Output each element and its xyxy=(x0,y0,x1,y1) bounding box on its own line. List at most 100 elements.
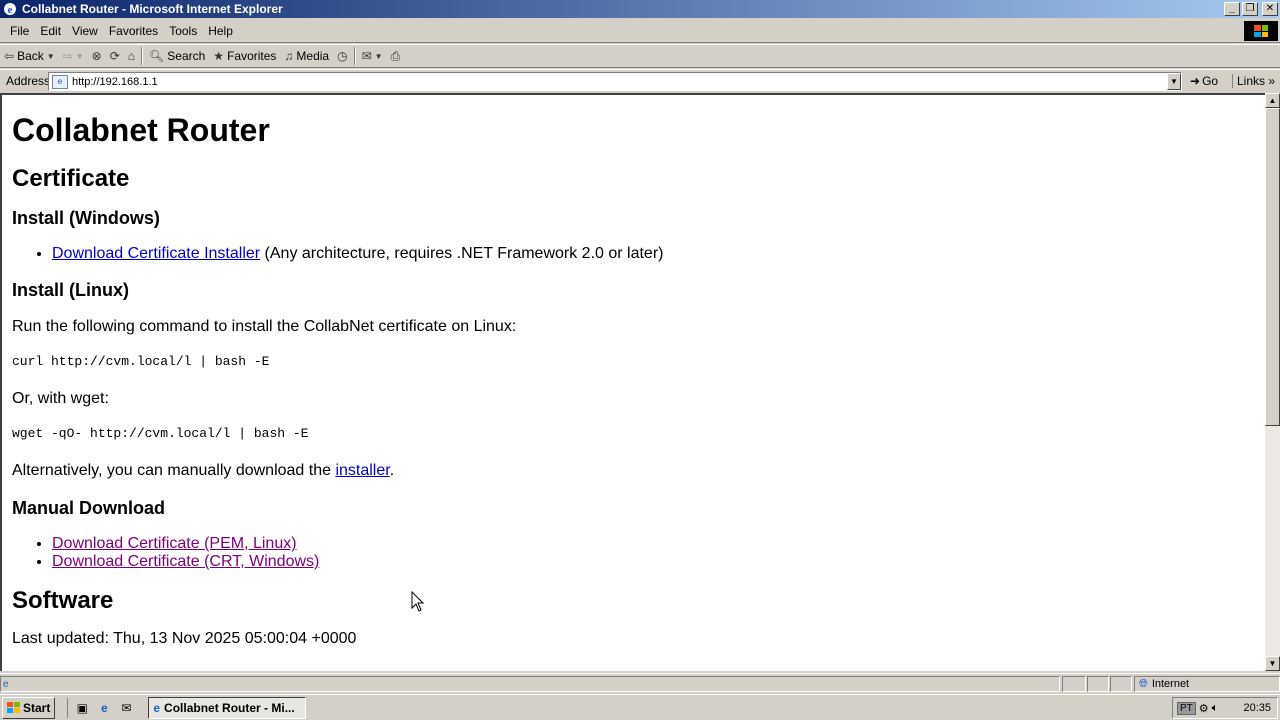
curl-command: curl http://cvm.local/l | bash -E xyxy=(12,354,270,369)
download-installer-link[interactable]: Download Certificate Installer xyxy=(52,245,260,262)
ie-logo-icon: e xyxy=(2,1,18,17)
close-button[interactable]: ✕ xyxy=(1262,2,1278,16)
menu-edit[interactable]: Edit xyxy=(36,24,68,38)
home-button[interactable]: ⌂ xyxy=(124,46,139,66)
print-icon: ⎙ xyxy=(390,48,401,63)
menu-bar: File Edit View Favorites Tools Help xyxy=(0,19,1280,43)
favorites-label: Favorites xyxy=(227,49,277,63)
back-arrow-icon: ⇦ xyxy=(4,49,15,63)
windows-throbber-icon xyxy=(1244,21,1278,41)
alt-prefix: Alternatively, you can manually download… xyxy=(12,462,336,479)
scroll-up-icon[interactable]: ▲ xyxy=(1265,93,1280,108)
refresh-button[interactable]: ⟳ xyxy=(106,46,124,66)
start-label: Start xyxy=(23,700,51,715)
download-pem-link[interactable]: Download Certificate (PEM, Linux) xyxy=(52,535,297,552)
status-cell xyxy=(1110,676,1132,692)
windows-logo-icon xyxy=(7,702,20,713)
installer-note: (Any architecture, requires .NET Framewo… xyxy=(260,245,664,262)
print-button[interactable]: ⎙ xyxy=(387,46,405,66)
manual-download-heading: Manual Download xyxy=(12,498,165,518)
last-updated: Last updated: Thu, 13 Nov 2025 05:00:04 … xyxy=(12,630,357,647)
address-bar: Address e http://192.168.1.1 ▼ ➜ Go Link… xyxy=(0,69,1280,92)
menu-file[interactable]: File xyxy=(0,24,36,38)
mail-icon: ✉ xyxy=(361,49,372,63)
favorites-icon: ★ xyxy=(213,49,225,63)
history-button[interactable]: ◷ xyxy=(333,46,351,66)
chevron-down-icon[interactable]: ▼ xyxy=(47,52,55,61)
menu-view[interactable]: View xyxy=(68,24,105,38)
toolbar-separator xyxy=(353,47,356,65)
menu-help[interactable]: Help xyxy=(204,24,240,38)
list-item: Download Certificate (CRT, Windows) xyxy=(52,553,1255,571)
linux-intro: Run the following command to install the… xyxy=(12,318,517,335)
clock[interactable]: 20:35 xyxy=(1243,702,1271,714)
media-button[interactable]: ♫ Media xyxy=(280,46,333,66)
status-cell xyxy=(1062,676,1086,692)
outlook-quicklaunch-icon[interactable]: ✉ xyxy=(118,700,134,716)
minimize-button[interactable]: _ xyxy=(1224,2,1240,16)
back-label: Back xyxy=(17,49,44,63)
alternative-text: Alternatively, you can manually download… xyxy=(12,461,1255,481)
taskbar: Start ▣ e ✉ e Collabnet Router - Mi... P… xyxy=(0,694,1280,720)
menu-tools[interactable]: Tools xyxy=(165,24,204,38)
ie-task-icon: e xyxy=(153,700,161,715)
windows-download-list: Download Certificate Installer (Any arch… xyxy=(52,245,1255,263)
search-icon: 🔍︎ xyxy=(149,49,165,63)
list-item: Download Certificate Installer (Any arch… xyxy=(52,245,1255,263)
manual-download-list: Download Certificate (PEM, Linux) Downlo… xyxy=(52,535,1255,571)
scroll-thumb[interactable] xyxy=(1265,108,1280,426)
home-icon: ⌂ xyxy=(127,49,136,63)
ie-quicklaunch-icon[interactable]: e xyxy=(96,700,112,716)
address-label: Address xyxy=(6,74,51,88)
download-crt-link[interactable]: Download Certificate (CRT, Windows) xyxy=(52,553,319,570)
standard-toolbar: ⇦ Back ▼ ⇨ ▼ ⊗ ⟳ ⌂ 🔍︎ Search ★ Favorites… xyxy=(0,44,1280,68)
search-button[interactable]: 🔍︎ Search xyxy=(145,46,209,66)
chevron-down-icon[interactable]: ▼ xyxy=(375,52,383,61)
chevron-down-icon[interactable]: ▼ xyxy=(76,52,84,61)
mouse-cursor-icon xyxy=(411,591,425,612)
mail-button[interactable]: ✉ ▼ xyxy=(358,46,387,66)
history-icon: ◷ xyxy=(337,49,348,63)
go-button[interactable]: ➜ Go xyxy=(1190,74,1218,88)
task-ie-window[interactable]: e Collabnet Router - Mi... xyxy=(148,696,307,719)
volume-icon[interactable]: 🔈︎ xyxy=(1212,702,1219,715)
address-field[interactable]: e http://192.168.1.1 ▼ xyxy=(48,72,1182,91)
stop-icon: ⊗ xyxy=(91,49,102,63)
forward-button[interactable]: ⇨ ▼ xyxy=(59,46,88,66)
wget-command: wget -qO- http://cvm.local/l | bash -E xyxy=(12,426,309,441)
show-desktop-icon[interactable]: ▣ xyxy=(74,700,90,716)
status-cell xyxy=(1087,676,1109,692)
links-label: Links xyxy=(1237,74,1266,88)
go-label: Go xyxy=(1202,74,1219,88)
security-zone: 🌐︎ Internet xyxy=(1134,676,1280,692)
wget-intro: Or, with wget: xyxy=(12,390,109,407)
status-bar: e 🌐︎ Internet xyxy=(0,673,1280,693)
refresh-icon: ⟳ xyxy=(109,49,120,63)
installer-link[interactable]: installer xyxy=(335,462,389,479)
language-indicator[interactable]: PT xyxy=(1177,701,1196,715)
media-icon: ♫ xyxy=(284,49,294,63)
menu-favorites[interactable]: Favorites xyxy=(105,24,165,38)
stop-button[interactable]: ⊗ xyxy=(88,46,106,66)
system-tray: PT ⚙ 🔈︎ 20:35 xyxy=(1172,697,1278,719)
address-dropdown-icon[interactable]: ▼ xyxy=(1167,73,1181,90)
window-title: Collabnet Router - Microsoft Internet Ex… xyxy=(22,2,283,16)
page-title: Collabnet Router xyxy=(12,112,270,148)
go-arrow-icon: ➜ xyxy=(1190,74,1201,88)
address-url[interactable]: http://192.168.1.1 xyxy=(72,76,1167,88)
quick-launch: ▣ e ✉ xyxy=(67,697,134,718)
task-label: Collabnet Router - Mi... xyxy=(164,700,295,715)
vertical-scrollbar[interactable]: ▲ ▼ xyxy=(1265,93,1280,671)
media-label: Media xyxy=(296,49,330,63)
svg-text:e: e xyxy=(8,4,13,16)
links-button[interactable]: Links » xyxy=(1232,74,1275,88)
restore-button[interactable]: ❐ xyxy=(1242,2,1258,16)
title-bar: e Collabnet Router - Microsoft Internet … xyxy=(0,0,1280,18)
scroll-down-icon[interactable]: ▼ xyxy=(1265,656,1280,671)
globe-icon: 🌐︎ xyxy=(1139,677,1148,690)
back-button[interactable]: ⇦ Back ▼ xyxy=(0,46,59,66)
install-windows-heading: Install (Windows) xyxy=(12,208,160,228)
favorites-button[interactable]: ★ Favorites xyxy=(209,46,280,66)
start-button[interactable]: Start xyxy=(2,696,56,719)
network-icon[interactable]: ⚙ xyxy=(1199,702,1209,715)
